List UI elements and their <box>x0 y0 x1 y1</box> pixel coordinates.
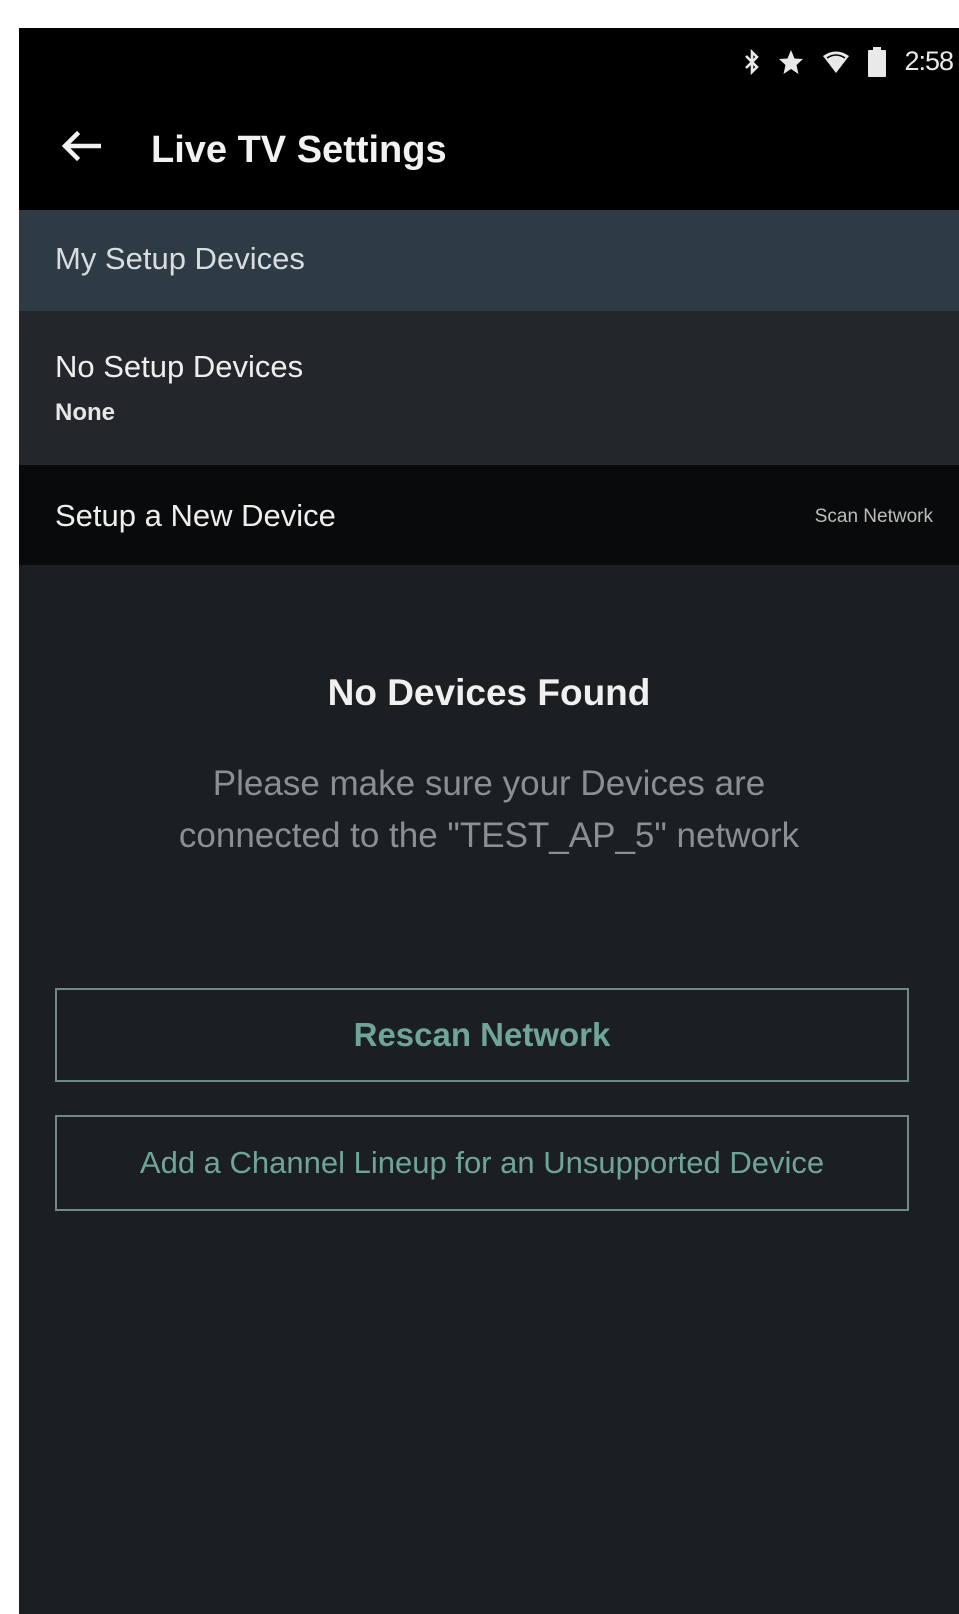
status-time: 2:58 <box>904 46 954 76</box>
phone-screen: 2:58 Live TV Settings My Setup Devices N… <box>19 28 959 1614</box>
setup-devices-primary: No Setup Devices <box>55 349 304 384</box>
setup-new-device-row[interactable]: Setup a New Device Scan Network <box>19 465 959 565</box>
section-header-label: My Setup Devices <box>55 241 305 276</box>
back-button[interactable] <box>57 124 105 172</box>
arrow-left-icon <box>61 130 102 167</box>
setup-devices-secondary: None <box>55 399 115 426</box>
setup-devices-row: No Setup Devices None <box>19 311 959 465</box>
setup-new-device-label: Setup a New Device <box>55 498 336 533</box>
page-title: Live TV Settings <box>151 129 447 171</box>
rescan-network-button[interactable]: Rescan Network <box>55 988 909 1082</box>
bluetooth-icon <box>744 48 760 76</box>
battery-icon <box>868 46 887 77</box>
empty-state-title: No Devices Found <box>327 672 651 713</box>
empty-state-message: Please make sure your Devices are connec… <box>178 764 800 855</box>
wifi-icon <box>822 50 850 74</box>
status-bar: 2:58 <box>19 28 959 94</box>
star-icon <box>778 49 804 75</box>
status-icons: 2:58 <box>744 46 954 77</box>
section-header: My Setup Devices <box>19 210 959 311</box>
add-channel-lineup-button[interactable]: Add a Channel Lineup for an Unsupported … <box>55 1115 909 1211</box>
scan-network-link[interactable]: Scan Network <box>815 506 933 528</box>
